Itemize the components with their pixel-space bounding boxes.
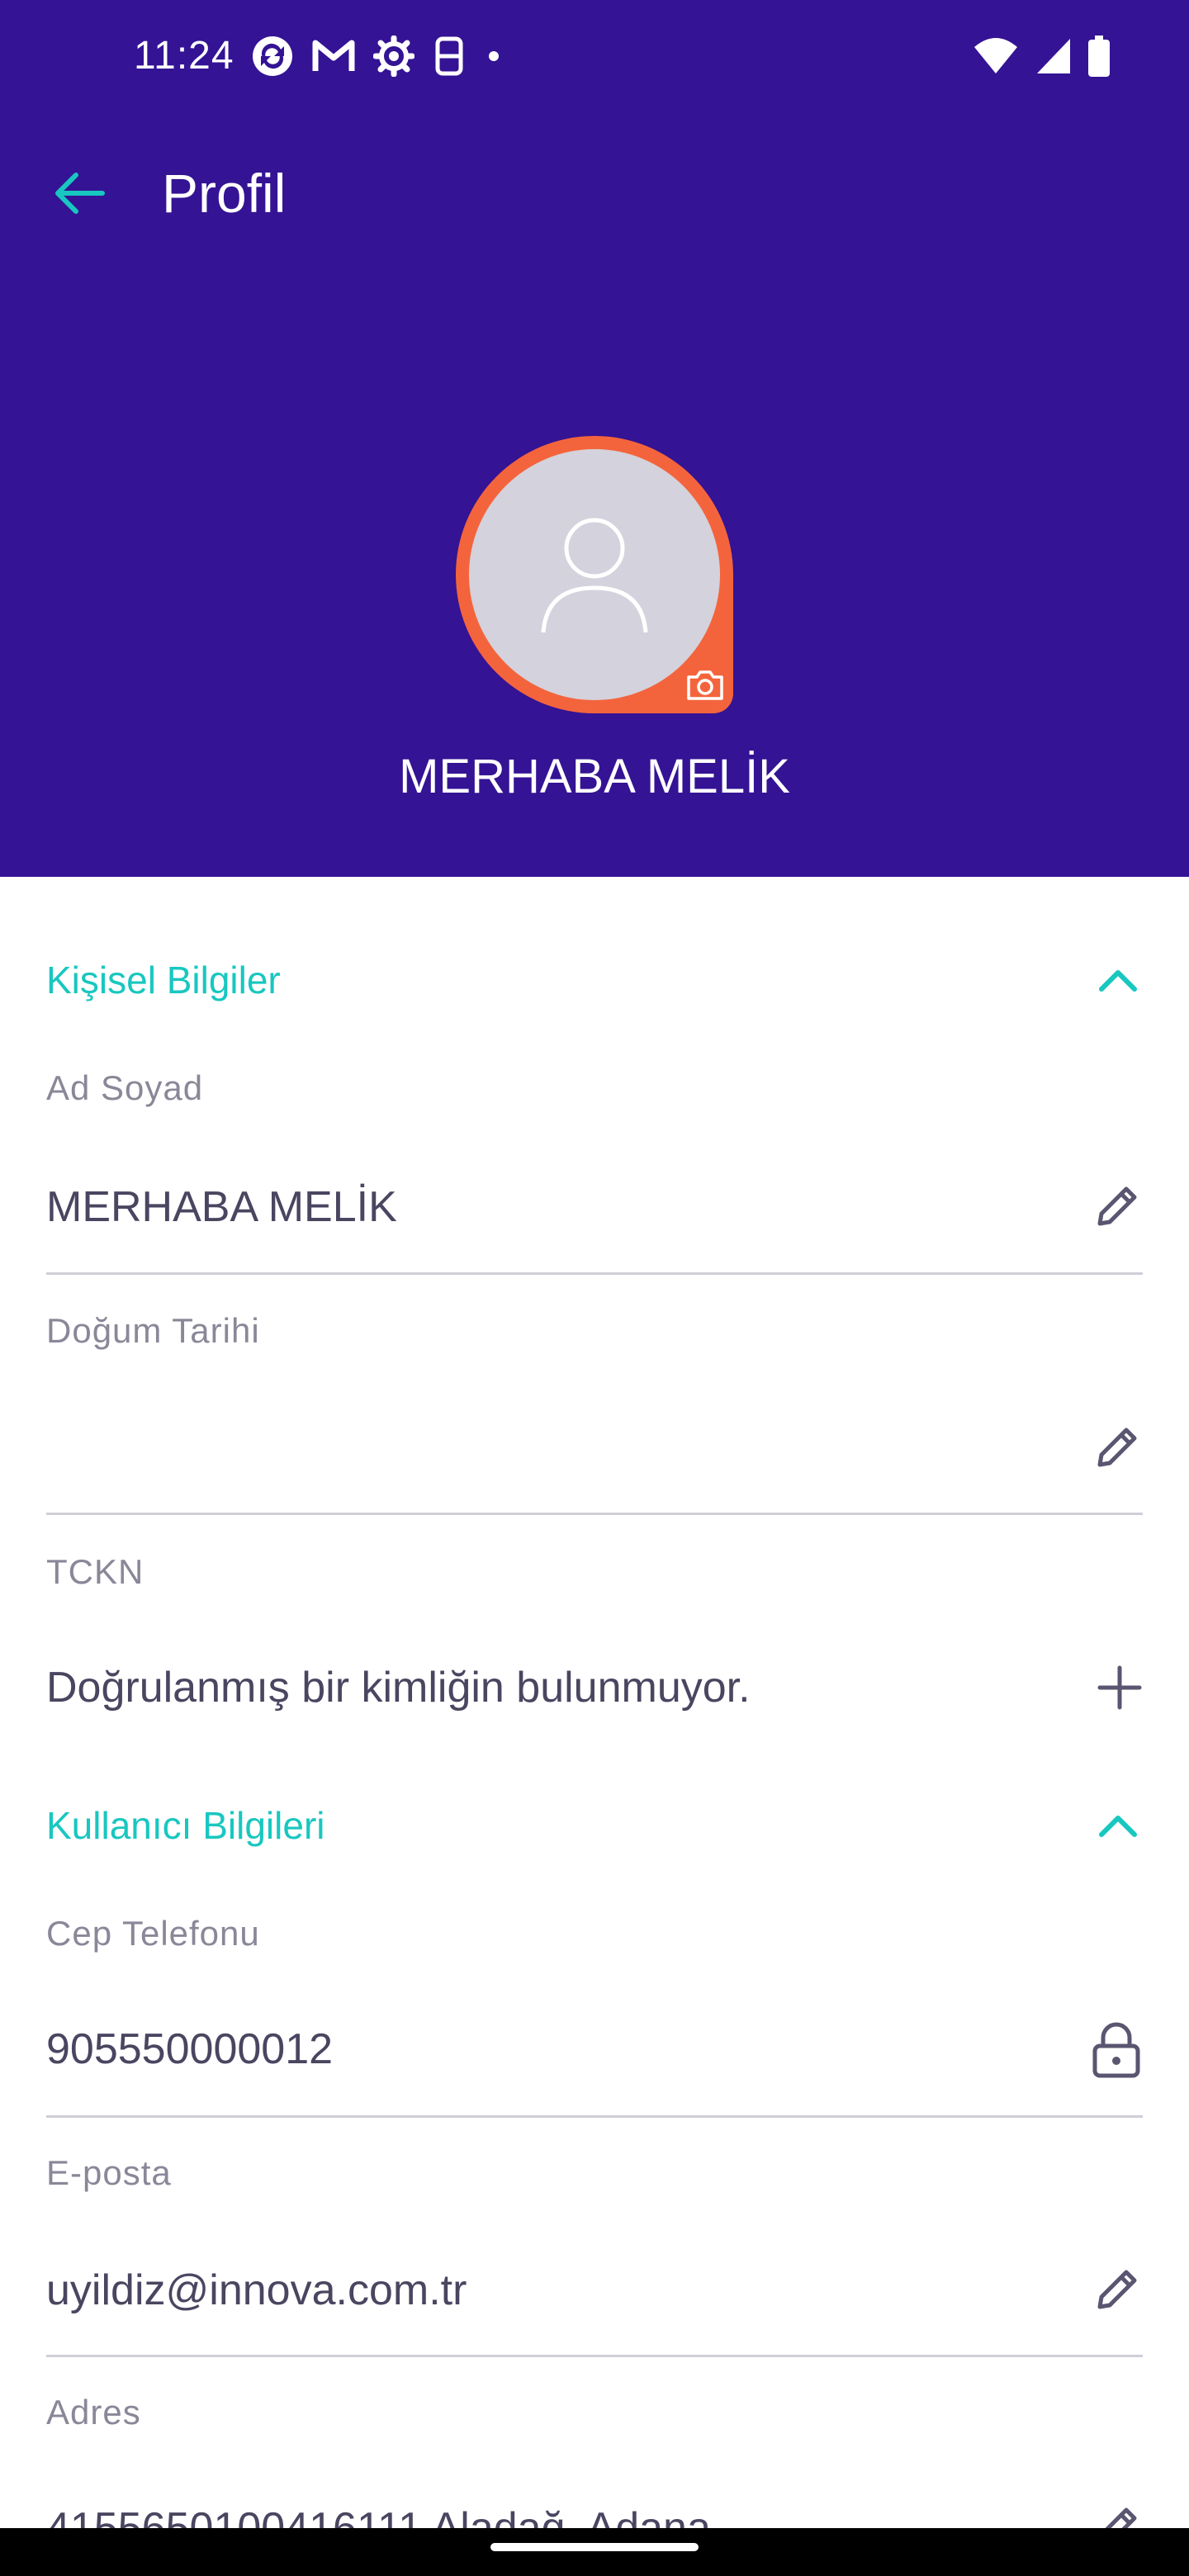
home-handle[interactable] bbox=[490, 2543, 699, 2551]
status-time: 11:24 bbox=[134, 34, 234, 78]
phone-field: 905550000012 bbox=[46, 2008, 1143, 2091]
section-title: Kullanıcı Bilgileri bbox=[46, 1804, 325, 1847]
phone-value: 905550000012 bbox=[46, 2025, 334, 2073]
chevron-up-icon[interactable] bbox=[1093, 955, 1143, 1005]
name-field[interactable]: MERHABA MELİK bbox=[46, 1166, 1143, 1248]
lock-icon bbox=[1077, 2016, 1143, 2082]
profile-header: 11:24 Profil MERHABA MELİK bbox=[0, 0, 1189, 877]
plus-icon[interactable] bbox=[1077, 1655, 1143, 1721]
field-label-name: Ad Soyad bbox=[46, 1068, 204, 1107]
dnd-icon bbox=[435, 36, 463, 76]
change-photo-button[interactable] bbox=[680, 661, 730, 710]
profile-name: MERHABA MELİK bbox=[399, 750, 790, 803]
tckn-value: Doğrulanmış bir kimliğin bulunmuyor. bbox=[46, 1664, 751, 1712]
pencil-icon[interactable] bbox=[1077, 2257, 1143, 2323]
email-field[interactable]: uyildiz@innova.com.tr bbox=[46, 2249, 1143, 2332]
navigation-bar bbox=[0, 2528, 1189, 2576]
arrow-left-icon bbox=[55, 173, 105, 214]
divider bbox=[46, 2355, 1143, 2357]
app-bar: Profil bbox=[0, 145, 1189, 241]
avatar[interactable] bbox=[456, 436, 733, 713]
pencil-icon[interactable] bbox=[1077, 1415, 1143, 1481]
field-label-tckn: TCKN bbox=[46, 1552, 144, 1591]
page-title: Profil bbox=[162, 163, 287, 224]
person-icon bbox=[541, 518, 648, 633]
gmail-icon bbox=[312, 40, 355, 71]
section-user-info-header[interactable]: Kullanıcı Bilgileri bbox=[46, 1788, 1143, 1863]
field-label-address: Adres bbox=[46, 2393, 141, 2432]
back-button[interactable] bbox=[46, 163, 112, 223]
field-label-birthdate: Doğum Tarihi bbox=[46, 1311, 260, 1350]
pencil-icon[interactable] bbox=[1077, 1174, 1143, 1240]
camera-icon bbox=[687, 670, 723, 700]
divider bbox=[46, 1513, 1143, 1515]
email-value: uyildiz@innova.com.tr bbox=[46, 2266, 467, 2314]
field-label-phone: Cep Telefonu bbox=[46, 1914, 260, 1953]
birthdate-field[interactable] bbox=[46, 1407, 1143, 1489]
dot-icon bbox=[489, 51, 499, 61]
divider bbox=[46, 1272, 1143, 1275]
name-value: MERHABA MELİK bbox=[46, 1183, 397, 1231]
chevron-up-icon[interactable] bbox=[1093, 1801, 1143, 1850]
battery-icon bbox=[1088, 36, 1110, 77]
wifi-icon bbox=[974, 38, 1017, 73]
section-personal-info-header[interactable]: Kişisel Bilgiler bbox=[46, 943, 1143, 1017]
field-label-email: E-posta bbox=[46, 2153, 172, 2192]
sync-icon bbox=[253, 36, 292, 76]
notification-icons bbox=[251, 33, 504, 79]
tckn-field[interactable]: Doğrulanmış bir kimliğin bulunmuyor. bbox=[46, 1646, 1143, 1729]
system-status-icons bbox=[973, 33, 1110, 79]
settings-icon bbox=[373, 36, 414, 77]
signal-icon bbox=[1037, 39, 1070, 73]
status-bar: 11:24 bbox=[0, 0, 1189, 112]
section-title: Kişisel Bilgiler bbox=[46, 959, 281, 1002]
divider bbox=[46, 2115, 1143, 2118]
